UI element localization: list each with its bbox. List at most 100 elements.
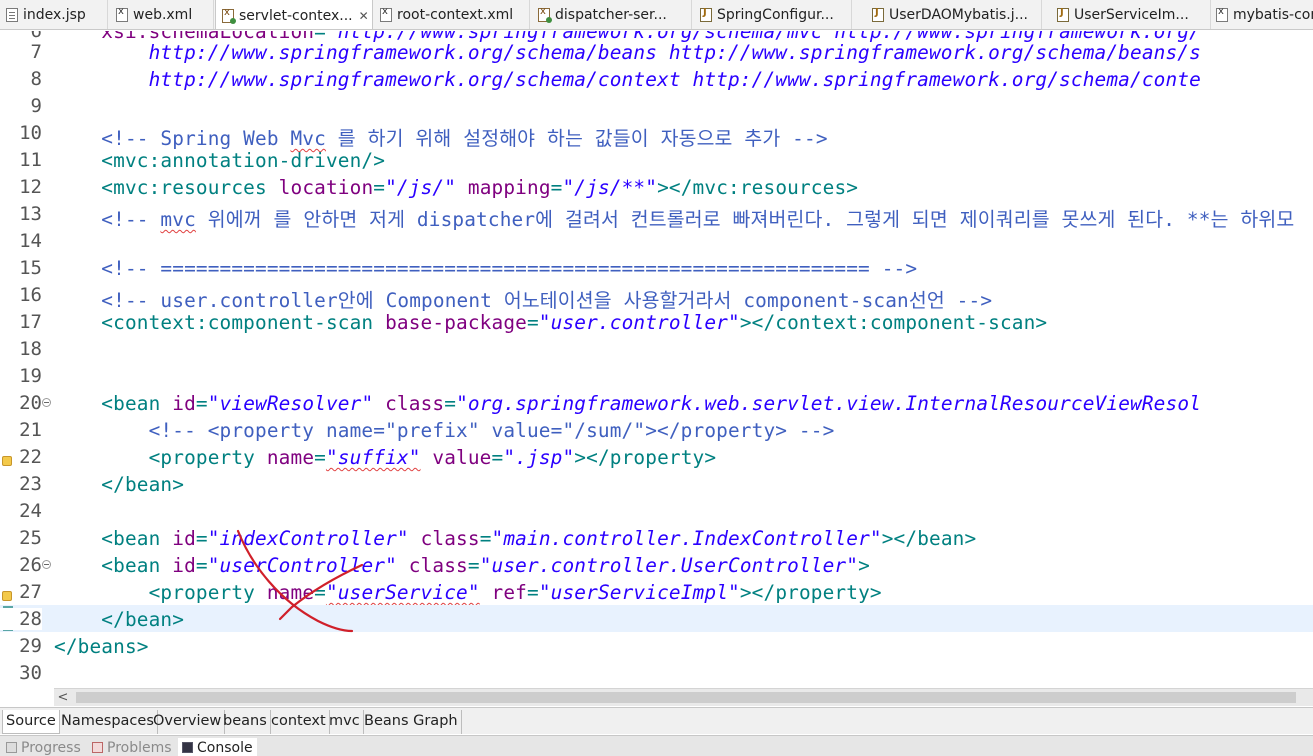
line-number: 9 [30,95,42,117]
editor-tab-spring-configuration[interactable]: SpringConfigur... [694,0,852,29]
progress-icon [6,742,17,753]
line-number: 27 [19,581,42,603]
editor-tab-label: root-context.xml [397,7,514,23]
spring-bean-xml-icon [222,7,236,24]
line-number: 13 [19,203,42,225]
java-file-icon [700,7,712,22]
editor-tab-bar: index.jsp web.xml servlet-contex... ✕ ro… [0,0,1313,30]
code-text: </bean> [54,473,185,496]
editor-tab-root-context[interactable]: root-context.xml [374,0,530,29]
editor-tab-label: UserServiceIm... [1074,7,1189,23]
page-tab-beans[interactable]: beans [220,710,271,734]
code-text: <!-- <property name="prefix" value="/sum… [54,419,835,442]
line-number: 22 [19,446,42,468]
line-number: 20 [19,392,42,414]
horizontal-scrollbar[interactable]: < [54,688,1313,706]
code-line: 25 <bean id="indexController" class="mai… [0,524,1313,551]
editor-tab-label: mybatis-con [1233,7,1313,23]
code-text: <mvc:annotation-driven/> [54,149,386,172]
code-line: 19 [0,362,1313,389]
code-editor[interactable]: 6 xsi:schemaLocation="http://www.springf… [0,31,1313,688]
line-number: 23 [19,473,42,495]
code-line: 26 <bean id="userController" class="user… [0,551,1313,578]
fold-collapse-icon[interactable] [42,560,51,569]
view-tab-console[interactable]: Console [178,738,257,756]
line-number: 18 [19,338,42,360]
editor-tab-web-xml[interactable]: web.xml [110,0,214,29]
page-tab-mvc[interactable]: mvc [326,710,364,734]
code-line: 10 <!-- Spring Web Mvc 를 하기 위해 설정해야 하는 값… [0,119,1313,150]
line-number: 7 [30,41,42,63]
line-number: 16 [19,284,42,306]
code-text: http://www.springframework.org/schema/co… [54,68,1201,91]
line-number: 11 [19,149,42,171]
code-line: 22 <property name="suffix" value=".jsp">… [0,443,1313,470]
editor-tab-user-service-impl[interactable]: UserServiceIm... [1051,0,1211,29]
code-line: 13 <!-- mvc 위에꺼 를 안하면 저게 dispatcher에 걸려서… [0,200,1313,231]
xml-file-icon [116,6,128,22]
code-text: <bean id="viewResolver" class="org.sprin… [54,392,1201,415]
code-line: 17 <context:component-scan base-package=… [0,308,1313,335]
view-tab-label: Progress [21,740,81,756]
code-line: 7 http://www.springframework.org/schema/… [0,38,1313,65]
editor-tab-index-jsp[interactable]: index.jsp [0,0,108,29]
views-bar: Progress Problems Console [0,735,1313,756]
editor-tab-label: dispatcher-ser... [555,7,667,23]
line-number: 10 [19,122,42,144]
jsp-file-icon [6,8,18,22]
line-number: 30 [19,662,42,684]
spring-bean-xml-icon [538,6,552,23]
code-text: <context:component-scan base-package="us… [54,311,1048,334]
code-line: 8 http://www.springframework.org/schema/… [0,65,1313,92]
view-tab-problems[interactable]: Problems [92,740,172,756]
line-number: 19 [19,365,42,387]
code-line-current: 28 </bean> [0,605,1313,632]
code-text: http://www.springframework.org/schema/be… [54,41,1201,64]
line-number: 14 [19,230,42,252]
page-tab-context[interactable]: context [268,710,330,734]
view-tab-label: Console [197,740,253,756]
code-line: 12 <mvc:resources location="/js/" mappin… [0,173,1313,200]
code-line: 16 <!-- user.controller안에 Component 어노테이… [0,281,1313,312]
editor-tab-dispatcher-servlet[interactable]: dispatcher-ser... [532,0,692,29]
scrollbar-thumb[interactable] [76,692,1296,703]
fold-collapse-icon[interactable] [42,398,51,407]
page-tab-beans-graph[interactable]: Beans Graph [361,710,462,734]
page-tab-namespaces[interactable]: Namespaces [58,710,158,734]
editor-tab-servlet-context[interactable]: servlet-contex... ✕ [215,0,373,29]
line-number: 15 [19,257,42,279]
editor-tab-mybatis-config[interactable]: mybatis-con [1210,0,1313,29]
view-tab-progress[interactable]: Progress [6,740,81,756]
code-line: 30 [0,659,1313,686]
line-number: 24 [19,500,42,522]
page-tab-overview[interactable]: Overview [150,710,226,734]
close-icon[interactable]: ✕ [359,9,369,23]
code-line: 15 <!-- ================================… [0,254,1313,281]
code-text: <!-- ===================================… [54,257,918,280]
code-text: <bean id="indexController" class="main.c… [54,527,977,550]
view-tab-label: Problems [107,740,172,756]
line-number: 26 [19,554,42,576]
problems-icon [92,742,103,753]
editor-tab-label: web.xml [133,7,193,23]
editor-tab-user-dao-mybatis[interactable]: UserDAOMybatis.j... [866,0,1042,29]
java-file-icon [872,7,884,22]
line-number: 17 [19,311,42,333]
code-line: 14 [0,227,1313,254]
code-text: <property name="suffix" value=".jsp"></p… [54,446,717,469]
code-line: 21 <!-- <property name="prefix" value="/… [0,416,1313,443]
code-text: </beans> [54,635,149,658]
line-number: 12 [19,176,42,198]
editor-tab-label: SpringConfigur... [717,7,834,23]
editor-page-tabs: Source Namespaces Overview beans context… [0,707,1313,734]
code-text: <property name="userService" ref="userSe… [54,581,882,604]
code-line: 24 [0,497,1313,524]
editor-tab-label: servlet-contex... [239,7,353,24]
console-icon [182,742,193,753]
line-number: 21 [19,419,42,441]
page-tab-source[interactable]: Source [2,710,60,734]
code-text: <mvc:resources location="/js/" mapping="… [54,176,859,199]
line-number: 8 [30,68,42,90]
code-line: 11 <mvc:annotation-driven/> [0,146,1313,173]
scroll-left-arrow-icon[interactable]: < [54,689,72,706]
